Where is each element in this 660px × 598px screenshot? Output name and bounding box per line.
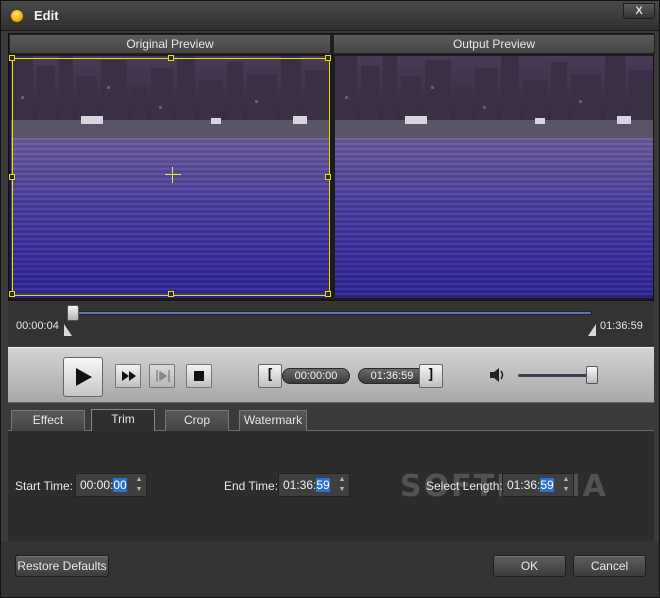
- stop-icon: [194, 371, 204, 381]
- set-end-button[interactable]: ]: [419, 364, 443, 388]
- select-length-selected: 59: [540, 478, 554, 492]
- crop-handle[interactable]: [9, 291, 15, 297]
- timeline-start-time: 00:00:04: [16, 320, 59, 332]
- tab-trim[interactable]: Trim: [91, 409, 155, 432]
- close-button[interactable]: X: [623, 3, 655, 19]
- water: [335, 138, 653, 298]
- set-start-button[interactable]: [: [258, 364, 282, 388]
- ok-button[interactable]: OK: [493, 555, 566, 577]
- timeline-track[interactable]: [72, 311, 592, 315]
- select-length-value: 01:36:: [507, 478, 541, 492]
- timeline-end-time: 01:36:59: [600, 320, 643, 332]
- crop-handle[interactable]: [325, 55, 331, 61]
- output-preview-video: [335, 56, 653, 298]
- select-length-spinner[interactable]: ▲ ▼: [561, 475, 571, 495]
- crop-handle[interactable]: [168, 55, 174, 61]
- crop-handle[interactable]: [9, 174, 15, 180]
- restore-defaults-button[interactable]: Restore Defaults: [15, 555, 109, 577]
- window-title: Edit: [34, 8, 59, 23]
- tab-crop[interactable]: Crop: [165, 410, 229, 431]
- end-time-field[interactable]: 01:36:59 ▲ ▼: [278, 473, 350, 497]
- trim-end-marker[interactable]: [588, 324, 596, 336]
- tab-watermark[interactable]: Watermark: [239, 410, 307, 431]
- title-bar[interactable]: Edit X: [1, 1, 659, 31]
- trim-end-time: 01:36:59: [358, 368, 426, 384]
- select-length-field[interactable]: 01:36:59 ▲ ▼: [502, 473, 574, 497]
- volume-track[interactable]: [518, 374, 594, 377]
- stop-button[interactable]: [186, 364, 212, 388]
- end-time-label: End Time:: [224, 479, 279, 493]
- dialog-footer: Restore Defaults OK Cancel: [1, 541, 659, 597]
- timeline[interactable]: 00:00:04 01:36:59: [8, 302, 654, 346]
- start-time-spinner[interactable]: ▲ ▼: [134, 475, 144, 495]
- play-button[interactable]: [63, 357, 103, 397]
- trim-start-marker[interactable]: [64, 324, 72, 336]
- select-length-label: Select Length:: [426, 479, 503, 493]
- next-frame-button[interactable]: [149, 364, 175, 388]
- start-time-field[interactable]: 00:00:00 ▲ ▼: [75, 473, 147, 497]
- next-frame-icon: [156, 370, 170, 382]
- start-time-label: Start Time:: [15, 479, 74, 493]
- original-preview-header: Original Preview: [9, 34, 331, 54]
- crop-handle[interactable]: [168, 291, 174, 297]
- edit-dialog: Edit X Original Preview Output Preview 0…: [0, 0, 660, 598]
- fast-forward-button[interactable]: [115, 364, 141, 388]
- cancel-button[interactable]: Cancel: [573, 555, 646, 577]
- app-icon: [10, 9, 24, 23]
- edit-tabs: Effect Trim Crop Watermark: [8, 405, 654, 432]
- end-time-selected: 59: [316, 478, 330, 492]
- tab-effect[interactable]: Effect: [11, 410, 85, 431]
- preview-area: Original Preview Output Preview: [8, 33, 655, 301]
- playback-controls: [ 00:00:00 01:36:59 ]: [8, 347, 654, 403]
- crosshair-icon[interactable]: [165, 167, 181, 183]
- crop-frame[interactable]: [9, 55, 331, 297]
- crop-handle[interactable]: [9, 55, 15, 61]
- volume-thumb[interactable]: [586, 366, 599, 384]
- video-frame: [335, 56, 653, 298]
- city-skyline: [335, 56, 653, 138]
- play-icon: [76, 368, 92, 386]
- end-time-value: 01:36:: [283, 478, 317, 492]
- end-time-spinner[interactable]: ▲ ▼: [337, 475, 347, 495]
- fast-forward-icon: [122, 371, 136, 381]
- start-time-value: 00:00:: [80, 478, 114, 492]
- start-time-selected: 00: [113, 478, 127, 492]
- volume-icon[interactable]: [490, 368, 508, 382]
- trim-start-time: 00:00:00: [282, 368, 350, 384]
- output-preview-header: Output Preview: [333, 34, 655, 54]
- crop-handle[interactable]: [325, 174, 331, 180]
- timeline-thumb[interactable]: [67, 305, 79, 321]
- crop-handle[interactable]: [325, 291, 331, 297]
- trim-panel: Start Time: 00:00:00 ▲ ▼ End Time: 01:36:…: [8, 431, 654, 541]
